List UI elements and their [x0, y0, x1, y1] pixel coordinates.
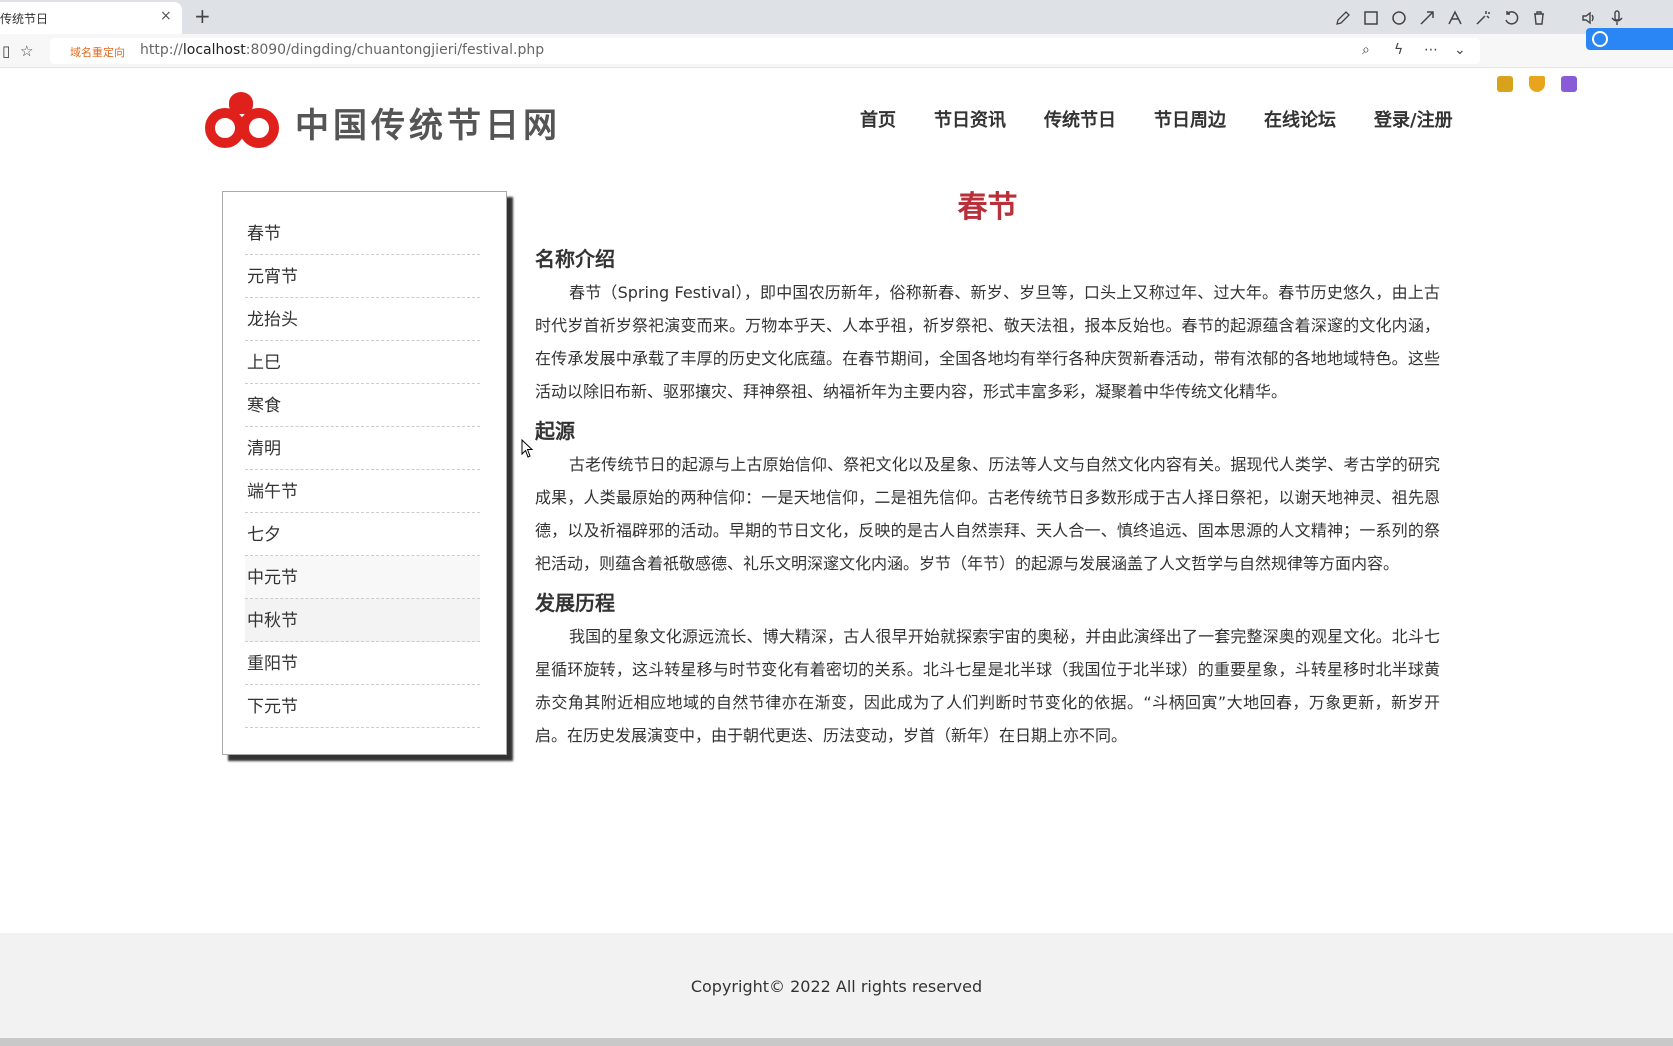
sidebar-item-zhongyuan[interactable]: 中元节 [245, 556, 480, 599]
site-logo[interactable]: 中国传统节日网 [205, 92, 561, 152]
sidebar-item-spring-festival[interactable]: 春节 [245, 212, 480, 255]
redirect-label: 域名重定向 [70, 46, 125, 59]
mouse-cursor-icon [521, 439, 534, 458]
pencil-icon[interactable] [1334, 9, 1352, 27]
nav-traditional-festivals[interactable]: 传统节日 [1044, 106, 1116, 132]
url-input[interactable]: 域名重定向 http://localhost:8090/dingding/chu… [50, 38, 1480, 64]
more-icon[interactable]: ⋯ [1424, 42, 1438, 58]
festival-content: 春节 名称介绍 春节（Spring Festival），即中国农历新年，俗称新春… [535, 186, 1440, 752]
logo-mark-icon [205, 92, 281, 152]
nav-festival-news[interactable]: 节日资讯 [934, 106, 1006, 132]
new-tab-button[interactable]: + [194, 4, 211, 28]
page-title: 春节 [957, 190, 1018, 225]
copyright-text: Copyright© 2022 All rights reserved [690, 977, 983, 996]
nav-forum[interactable]: 在线论坛 [1264, 106, 1336, 132]
microphone-icon[interactable] [1608, 9, 1626, 27]
address-bar: ▯ ☆ 域名重定向 http://localhost:8090/dingding… [0, 34, 1673, 92]
browser-tab[interactable]: 传统节日 × [0, 2, 182, 34]
annotation-toolbar [1334, 6, 1626, 30]
nav-home[interactable]: 首页 [860, 106, 896, 132]
extension-key-icon[interactable] [1497, 76, 1513, 92]
favorite-star-icon[interactable]: ☆ [20, 42, 33, 60]
cloud-icon [1592, 31, 1608, 47]
circle-icon[interactable] [1390, 9, 1408, 27]
sidebar-item-qingming[interactable]: 清明 [245, 427, 480, 470]
section-heading-name: 名称介绍 [535, 247, 615, 271]
festival-sidebar: 春节 元宵节 龙抬头 上巳 寒食 清明 端午节 七夕 中元节 中秋节 重阳节 下… [222, 191, 507, 755]
sidebar-item-hanshi[interactable]: 寒食 [245, 384, 480, 427]
text-icon[interactable] [1446, 9, 1464, 27]
close-icon[interactable]: × [160, 8, 172, 24]
extension-translate-icon[interactable] [1561, 76, 1577, 92]
section-heading-origin: 起源 [535, 419, 575, 443]
chevron-down-icon[interactable]: ⌄ [1454, 42, 1466, 58]
sidebar-item-longtaitou[interactable]: 龙抬头 [245, 298, 480, 341]
magic-wand-icon[interactable] [1474, 9, 1492, 27]
section-body-name: 春节（Spring Festival），即中国农历新年，俗称新春、新岁、岁旦等，… [535, 283, 1440, 401]
nav-festival-merch[interactable]: 节日周边 [1154, 106, 1226, 132]
trash-icon[interactable] [1530, 9, 1548, 27]
arrow-icon[interactable] [1418, 9, 1436, 27]
sidebar-item-qixi[interactable]: 七夕 [245, 513, 480, 556]
lightning-icon[interactable]: ϟ [1394, 42, 1403, 58]
main-nav: 首页 节日资讯 传统节日 节日周边 在线论坛 登录/注册 [860, 106, 1453, 132]
section-body-origin: 古老传统节日的起源与上古原始信仰、祭祀文化以及星象、历法等人文与自然文化内容有关… [535, 455, 1440, 573]
festival-list: 春节 元宵节 龙抬头 上巳 寒食 清明 端午节 七夕 中元节 中秋节 重阳节 下… [245, 212, 480, 728]
cloud-extension-badge[interactable] [1586, 28, 1673, 50]
sidebar-item-dragon-boat[interactable]: 端午节 [245, 470, 480, 513]
sidebar-item-double-ninth[interactable]: 重阳节 [245, 642, 480, 685]
browser-tab-bar: 传统节日 × + [0, 0, 1673, 34]
page-icon: ▯ [2, 42, 11, 60]
section-body-history: 我国的星象文化源远流长、博大精深，古人很早开始就探索宇宙的奥秘，并由此演绎出了一… [535, 627, 1440, 745]
rectangle-icon[interactable] [1362, 9, 1380, 27]
sidebar-item-lantern-festival[interactable]: 元宵节 [245, 255, 480, 298]
speaker-icon[interactable] [1580, 9, 1598, 27]
logo-text: 中国传统节日网 [295, 105, 561, 146]
site-footer: Copyright© 2022 All rights reserved [0, 933, 1673, 1046]
extension-shield-icon[interactable] [1529, 76, 1545, 92]
nav-login-register[interactable]: 登录/注册 [1374, 106, 1453, 132]
sidebar-item-shangsi[interactable]: 上巳 [245, 341, 480, 384]
os-taskbar [0, 1038, 1673, 1046]
sidebar-item-mid-autumn[interactable]: 中秋节 [245, 599, 480, 642]
section-heading-history: 发展历程 [535, 591, 615, 615]
undo-icon[interactable] [1502, 9, 1520, 27]
url-text: http://localhost:8090/dingding/chuantong… [140, 42, 545, 58]
tab-title: 传统节日 [0, 12, 49, 26]
zoom-icon[interactable]: ⌕ [1362, 42, 1370, 58]
sidebar-item-xiayuan[interactable]: 下元节 [245, 685, 480, 728]
